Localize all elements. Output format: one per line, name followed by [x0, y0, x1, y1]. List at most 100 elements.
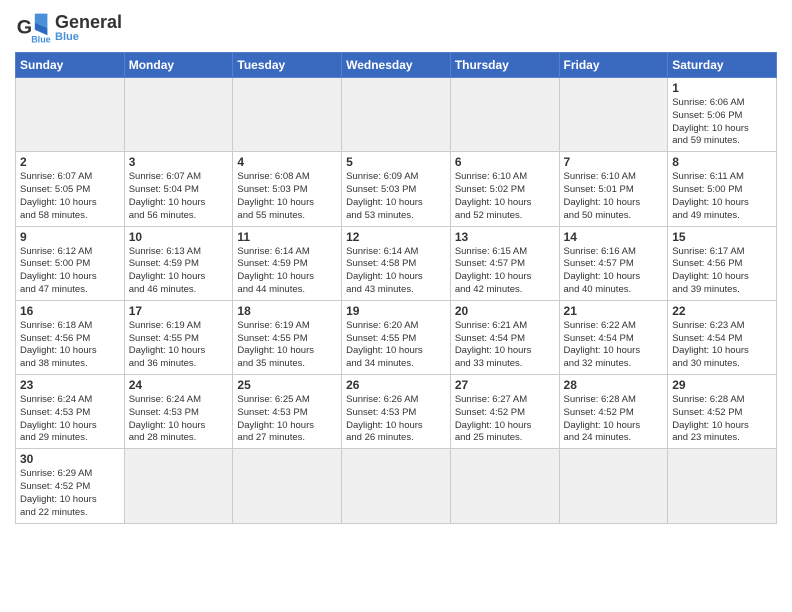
- day-cell: 4 Sunrise: 6:08 AM Sunset: 5:03 PM Daylig…: [233, 152, 342, 226]
- day-number: 20: [455, 304, 555, 318]
- page: G Blue General Blue SundayMondayTuesdayW…: [0, 0, 792, 534]
- svg-text:G: G: [17, 16, 32, 38]
- day-cell: 1 Sunrise: 6:06 AM Sunset: 5:06 PM Daylig…: [668, 78, 777, 152]
- day-info: Sunrise: 6:07 AM Sunset: 5:05 PM Dayligh…: [20, 171, 120, 222]
- day-number: 21: [564, 304, 664, 318]
- day-info: Sunrise: 6:28 AM Sunset: 4:52 PM Dayligh…: [564, 394, 664, 445]
- day-number: 15: [672, 230, 772, 244]
- day-cell: 6 Sunrise: 6:10 AM Sunset: 5:02 PM Daylig…: [450, 152, 559, 226]
- day-number: 4: [237, 155, 337, 169]
- week-row-2: 2 Sunrise: 6:07 AM Sunset: 5:05 PM Daylig…: [16, 152, 777, 226]
- day-number: 23: [20, 378, 120, 392]
- day-number: 11: [237, 230, 337, 244]
- day-cell: 25Sunrise: 6:25 AM Sunset: 4:53 PM Dayli…: [233, 375, 342, 449]
- day-number: 2: [20, 155, 120, 169]
- week-row-4: 16 Sunrise: 6:18 AM Sunset: 4:56 PM Dayli…: [16, 300, 777, 374]
- day-info: Sunrise: 6:24 AM Sunset: 4:53 PM Dayligh…: [20, 394, 120, 445]
- day-info: Sunrise: 6:15 AM Sunset: 4:57 PM Dayligh…: [455, 246, 555, 297]
- day-cell: 8Sunrise: 6:11 AM Sunset: 5:00 PM Daylig…: [668, 152, 777, 226]
- day-info: Sunrise: 6:11 AM Sunset: 5:00 PM Dayligh…: [672, 171, 772, 222]
- day-info: Sunrise: 6:19 AM Sunset: 4:55 PM Dayligh…: [237, 320, 337, 371]
- day-cell: [342, 449, 451, 523]
- day-cell: 30 Sunrise: 6:29 AM Sunset: 4:52 PM Dayli…: [16, 449, 125, 523]
- day-info: Sunrise: 6:08 AM Sunset: 5:03 PM Dayligh…: [237, 171, 337, 222]
- logo-blue-label: Blue: [55, 31, 122, 43]
- day-cell: 24 Sunrise: 6:24 AM Sunset: 4:53 PM Dayli…: [124, 375, 233, 449]
- day-cell: 9Sunrise: 6:12 AM Sunset: 5:00 PM Daylig…: [16, 226, 125, 300]
- day-info: Sunrise: 6:24 AM Sunset: 4:53 PM Dayligh…: [129, 394, 229, 445]
- day-cell: 16 Sunrise: 6:18 AM Sunset: 4:56 PM Dayli…: [16, 300, 125, 374]
- day-number: 29: [672, 378, 772, 392]
- day-info: Sunrise: 6:27 AM Sunset: 4:52 PM Dayligh…: [455, 394, 555, 445]
- weekday-tuesday: Tuesday: [233, 53, 342, 78]
- day-info: Sunrise: 6:26 AM Sunset: 4:53 PM Dayligh…: [346, 394, 446, 445]
- day-cell: [233, 78, 342, 152]
- day-cell: [124, 449, 233, 523]
- day-cell: [450, 78, 559, 152]
- day-info: Sunrise: 6:14 AM Sunset: 4:58 PM Dayligh…: [346, 246, 446, 297]
- day-info: Sunrise: 6:06 AM Sunset: 5:06 PM Dayligh…: [672, 97, 772, 148]
- day-cell: 14Sunrise: 6:16 AM Sunset: 4:57 PM Dayli…: [559, 226, 668, 300]
- day-cell: 20 Sunrise: 6:21 AM Sunset: 4:54 PM Dayli…: [450, 300, 559, 374]
- weekday-sunday: Sunday: [16, 53, 125, 78]
- day-info: Sunrise: 6:12 AM Sunset: 5:00 PM Dayligh…: [20, 246, 120, 297]
- day-number: 1: [672, 81, 772, 95]
- day-cell: [559, 449, 668, 523]
- day-number: 30: [20, 452, 120, 466]
- day-cell: 21 Sunrise: 6:22 AM Sunset: 4:54 PM Dayli…: [559, 300, 668, 374]
- day-number: 16: [20, 304, 120, 318]
- day-cell: [450, 449, 559, 523]
- week-row-3: 9Sunrise: 6:12 AM Sunset: 5:00 PM Daylig…: [16, 226, 777, 300]
- day-cell: 10 Sunrise: 6:13 AM Sunset: 4:59 PM Dayli…: [124, 226, 233, 300]
- day-info: Sunrise: 6:07 AM Sunset: 5:04 PM Dayligh…: [129, 171, 229, 222]
- day-number: 19: [346, 304, 446, 318]
- day-cell: 29Sunrise: 6:28 AM Sunset: 4:52 PM Dayli…: [668, 375, 777, 449]
- day-info: Sunrise: 6:10 AM Sunset: 5:02 PM Dayligh…: [455, 171, 555, 222]
- day-cell: 2 Sunrise: 6:07 AM Sunset: 5:05 PM Daylig…: [16, 152, 125, 226]
- week-row-6: 30 Sunrise: 6:29 AM Sunset: 4:52 PM Dayli…: [16, 449, 777, 523]
- day-info: Sunrise: 6:29 AM Sunset: 4:52 PM Dayligh…: [20, 468, 120, 519]
- day-cell: [342, 78, 451, 152]
- day-number: 27: [455, 378, 555, 392]
- day-cell: 23 Sunrise: 6:24 AM Sunset: 4:53 PM Dayli…: [16, 375, 125, 449]
- svg-text:Blue: Blue: [31, 34, 51, 44]
- weekday-monday: Monday: [124, 53, 233, 78]
- day-cell: 18Sunrise: 6:19 AM Sunset: 4:55 PM Dayli…: [233, 300, 342, 374]
- day-info: Sunrise: 6:18 AM Sunset: 4:56 PM Dayligh…: [20, 320, 120, 371]
- day-info: Sunrise: 6:13 AM Sunset: 4:59 PM Dayligh…: [129, 246, 229, 297]
- day-info: Sunrise: 6:09 AM Sunset: 5:03 PM Dayligh…: [346, 171, 446, 222]
- day-cell: 5Sunrise: 6:09 AM Sunset: 5:03 PM Daylig…: [342, 152, 451, 226]
- week-row-1: 1 Sunrise: 6:06 AM Sunset: 5:06 PM Daylig…: [16, 78, 777, 152]
- day-number: 6: [455, 155, 555, 169]
- day-number: 22: [672, 304, 772, 318]
- day-cell: 12 Sunrise: 6:14 AM Sunset: 4:58 PM Dayli…: [342, 226, 451, 300]
- day-info: Sunrise: 6:17 AM Sunset: 4:56 PM Dayligh…: [672, 246, 772, 297]
- day-cell: 28Sunrise: 6:28 AM Sunset: 4:52 PM Dayli…: [559, 375, 668, 449]
- day-cell: 13 Sunrise: 6:15 AM Sunset: 4:57 PM Dayli…: [450, 226, 559, 300]
- day-info: Sunrise: 6:23 AM Sunset: 4:54 PM Dayligh…: [672, 320, 772, 371]
- day-number: 13: [455, 230, 555, 244]
- day-info: Sunrise: 6:19 AM Sunset: 4:55 PM Dayligh…: [129, 320, 229, 371]
- day-cell: 3 Sunrise: 6:07 AM Sunset: 5:04 PM Daylig…: [124, 152, 233, 226]
- day-info: Sunrise: 6:10 AM Sunset: 5:01 PM Dayligh…: [564, 171, 664, 222]
- day-cell: 15 Sunrise: 6:17 AM Sunset: 4:56 PM Dayli…: [668, 226, 777, 300]
- day-cell: [16, 78, 125, 152]
- day-number: 12: [346, 230, 446, 244]
- day-number: 3: [129, 155, 229, 169]
- day-number: 10: [129, 230, 229, 244]
- calendar-table: SundayMondayTuesdayWednesdayThursdayFrid…: [15, 52, 777, 524]
- day-info: Sunrise: 6:22 AM Sunset: 4:54 PM Dayligh…: [564, 320, 664, 371]
- day-number: 17: [129, 304, 229, 318]
- day-info: Sunrise: 6:20 AM Sunset: 4:55 PM Dayligh…: [346, 320, 446, 371]
- day-info: Sunrise: 6:25 AM Sunset: 4:53 PM Dayligh…: [237, 394, 337, 445]
- day-cell: 19 Sunrise: 6:20 AM Sunset: 4:55 PM Dayli…: [342, 300, 451, 374]
- weekday-thursday: Thursday: [450, 53, 559, 78]
- weekday-wednesday: Wednesday: [342, 53, 451, 78]
- day-number: 14: [564, 230, 664, 244]
- day-number: 24: [129, 378, 229, 392]
- logo: G Blue General Blue: [15, 10, 122, 46]
- weekday-saturday: Saturday: [668, 53, 777, 78]
- day-cell: [559, 78, 668, 152]
- day-info: Sunrise: 6:21 AM Sunset: 4:54 PM Dayligh…: [455, 320, 555, 371]
- day-cell: 27 Sunrise: 6:27 AM Sunset: 4:52 PM Dayli…: [450, 375, 559, 449]
